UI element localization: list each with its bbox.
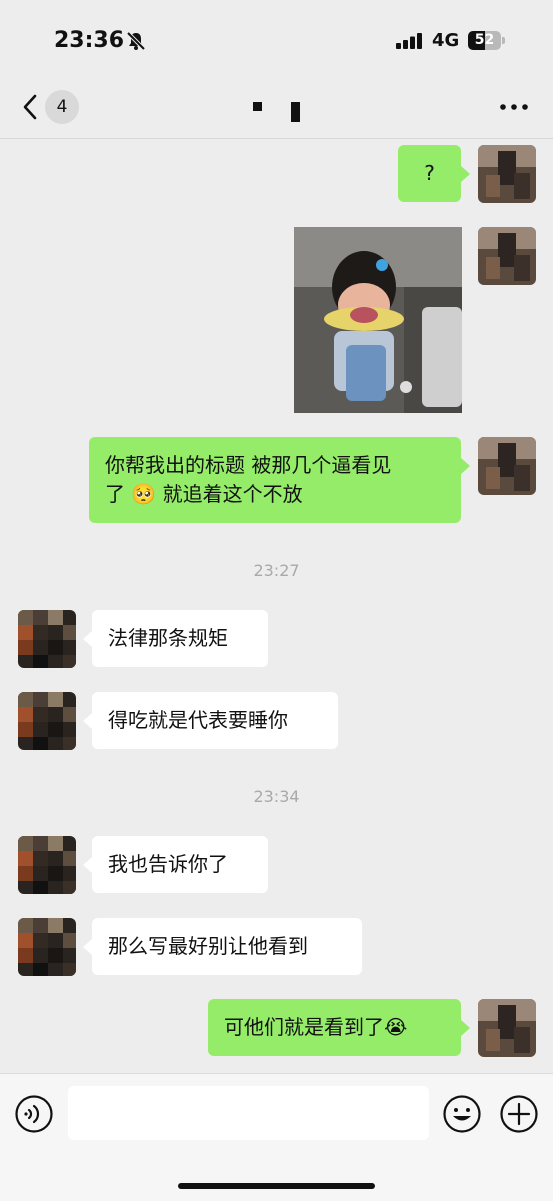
emoji-icon[interactable] — [442, 1094, 482, 1134]
timestamp: 23:27 — [253, 561, 300, 580]
contact-avatar[interactable] — [18, 692, 76, 750]
more-icon[interactable] — [500, 104, 528, 110]
self-avatar[interactable] — [478, 999, 536, 1057]
message-text: 了 🥺 就追着这个不放 — [105, 482, 303, 506]
contact-avatar[interactable] — [18, 610, 76, 668]
signal-icon — [396, 33, 422, 49]
chevron-left-icon[interactable] — [22, 94, 38, 120]
battery-label: 52 — [474, 32, 495, 48]
voice-icon[interactable] — [14, 1094, 54, 1134]
chat-title-redacted — [291, 102, 300, 122]
plus-circle-icon[interactable] — [499, 1094, 539, 1134]
network-label: 4G — [432, 30, 460, 51]
input-bar — [0, 1073, 553, 1201]
self-avatar[interactable] — [478, 227, 536, 285]
self-avatar[interactable] — [478, 437, 536, 495]
message-text: 你帮我出的标题 被那几个逼看见 — [105, 453, 392, 477]
message-bubble-contact[interactable]: 得吃就是代表要睡你 — [92, 692, 338, 749]
chat-header: 4 — [0, 70, 553, 139]
home-indicator[interactable] — [178, 1183, 375, 1189]
timestamp: 23:34 — [253, 787, 300, 806]
contact-avatar[interactable] — [18, 918, 76, 976]
bell-muted-icon — [126, 31, 146, 51]
message-bubble-contact[interactable]: 我也告诉你了 — [92, 836, 268, 893]
message-input[interactable] — [68, 1086, 429, 1140]
message-bubble-self[interactable]: ? — [398, 145, 461, 202]
message-bubble-self[interactable]: 可他们就是看到了😭 — [208, 999, 461, 1056]
message-bubble-contact[interactable]: 那么写最好别让他看到 — [92, 918, 362, 975]
contact-avatar[interactable] — [18, 836, 76, 894]
self-avatar[interactable] — [478, 145, 536, 203]
status-time: 23:36 — [54, 28, 125, 53]
image-message[interactable] — [294, 227, 462, 413]
message-bubble-contact[interactable]: 法律那条规矩 — [92, 610, 268, 667]
unread-badge[interactable]: 4 — [45, 90, 79, 124]
message-bubble-self[interactable]: 你帮我出的标题 被那几个逼看见 了 🥺 就追着这个不放 — [89, 437, 461, 523]
battery-indicator: 52 — [468, 31, 506, 50]
chat-title-redacted — [253, 102, 262, 111]
